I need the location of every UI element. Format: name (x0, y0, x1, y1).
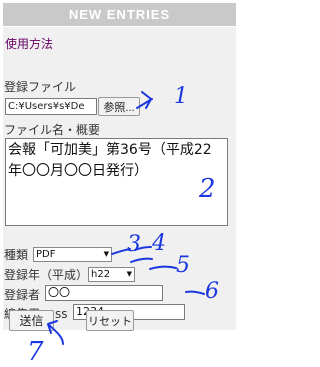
annotation-number: 7 (27, 337, 44, 367)
file-path-input[interactable]: C:¥Users¥s¥De (5, 98, 97, 115)
type-select[interactable]: PDF ▼ (33, 247, 112, 262)
type-select-value: PDF (36, 249, 56, 260)
chevron-down-icon: ▼ (103, 250, 109, 258)
page-title: NEW ENTRIES (68, 7, 171, 22)
browse-button[interactable]: 参照... (98, 97, 140, 116)
file-label: 登録ファイル (4, 80, 77, 94)
chevron-down-icon: ▼ (126, 270, 132, 278)
annotation-number: 6 (205, 279, 219, 304)
year-select[interactable]: h22 ▼ (88, 267, 135, 282)
annotation-number: 5 (176, 253, 190, 278)
description-label: ファイル名・概要 (4, 123, 101, 137)
annotation-number: 3 (127, 232, 141, 257)
page-title-banner: NEW ENTRIES (3, 3, 236, 26)
registrant-label: 登録者 (4, 288, 41, 302)
usage-link[interactable]: 使用方法 (5, 35, 53, 52)
annotation-number: 2 (199, 174, 216, 204)
submit-button[interactable]: 送信 (9, 310, 54, 331)
description-textarea[interactable]: 会報「可加美」第36号（平成22年〇〇月〇〇日発行） (5, 138, 228, 226)
annotation-number: 4 (152, 231, 166, 256)
year-select-value: h22 (91, 269, 111, 280)
registrant-input[interactable]: 〇〇 (45, 285, 163, 301)
reset-button[interactable]: リセット (86, 310, 134, 331)
year-label: 登録年（平成） (4, 268, 89, 282)
annotation-number: 1 (174, 84, 188, 109)
type-label: 種類 (4, 248, 29, 262)
